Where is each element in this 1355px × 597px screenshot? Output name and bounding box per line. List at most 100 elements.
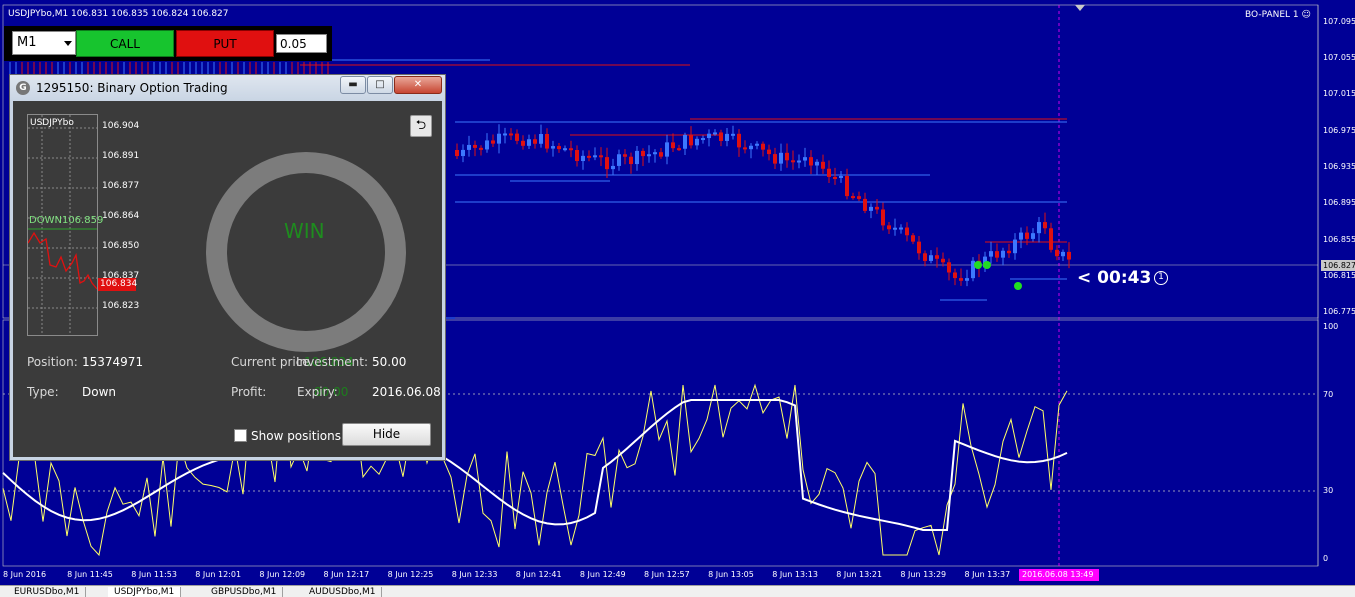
put-button[interactable]: PUT: [176, 30, 274, 57]
investment-value: 50.00: [372, 355, 407, 369]
direction-text: DOWN: [29, 215, 62, 226]
candle-body: [671, 142, 675, 149]
price-tick-label: 106.815: [1323, 271, 1355, 280]
time-tick-label: 8 Jun 11:45: [67, 570, 113, 579]
time-tick-label: 8 Jun 13:21: [836, 570, 883, 579]
price-tick-label: 106.975: [1323, 126, 1355, 135]
candle-body: [461, 149, 465, 157]
candle-body: [791, 160, 795, 163]
candle-body: [677, 148, 681, 151]
info-icon: 1: [1154, 271, 1168, 285]
candle-body: [605, 157, 609, 170]
candle-body: [611, 165, 615, 170]
app-logo-icon: G: [16, 81, 30, 95]
candle-body: [959, 278, 963, 281]
candle-body: [659, 152, 663, 157]
candle-body: [683, 134, 687, 149]
mini-price-tick: 106.877: [102, 181, 140, 191]
chart-tab[interactable]: AUDUSDbo,M1: [303, 587, 383, 597]
candle-body: [1025, 232, 1029, 239]
time-tick-label: 8 Jun 12:09: [259, 570, 306, 579]
time-cursor-label: 2016.06.08 13:49: [1019, 569, 1099, 581]
price-tick-label: 107.015: [1323, 89, 1355, 98]
chart-shift-marker-icon[interactable]: [1075, 5, 1085, 11]
minimize-button[interactable]: ▬: [340, 76, 366, 94]
candle-body: [743, 147, 747, 150]
dialog-titlebar[interactable]: G 1295150: Binary Option Trading ▬ □ ✕: [10, 75, 445, 101]
direction-label: DOWN106.859: [29, 215, 103, 226]
mini-price-tick: 106.864: [102, 211, 140, 221]
candle-body: [1067, 251, 1071, 260]
candle-body: [911, 235, 915, 242]
close-button[interactable]: ✕: [394, 76, 442, 94]
time-tick-label: 8 Jun 13:37: [964, 570, 1011, 579]
amount-input[interactable]: [276, 34, 327, 53]
candle-body: [1013, 239, 1017, 254]
candle-body: [491, 140, 495, 144]
candle-body: [827, 168, 831, 177]
chart-tab[interactable]: USDJPYbo,M1: [108, 587, 182, 597]
time-tick-label: 8 Jun 13:13: [772, 570, 818, 579]
candle-body: [1043, 222, 1047, 229]
chart-tab[interactable]: GBPUSDbo,M1: [205, 587, 284, 597]
candle-body: [869, 206, 873, 211]
candle-body: [965, 278, 969, 281]
candle-body: [1037, 222, 1041, 234]
candle-body: [701, 138, 705, 141]
candle-body: [773, 154, 777, 164]
price-tick-label: 106.775: [1323, 307, 1355, 316]
maximize-button[interactable]: □: [367, 76, 393, 94]
candle-body: [953, 272, 957, 279]
call-button[interactable]: CALL: [76, 30, 174, 57]
candle-body: [653, 152, 657, 155]
back-button[interactable]: ⮌: [410, 115, 432, 137]
candle-body: [833, 176, 837, 179]
candle-body: [641, 150, 645, 157]
candle-body: [713, 132, 717, 135]
show-positions-label: Show positions: [251, 429, 341, 443]
indicator-tick-label: 100: [1323, 322, 1339, 331]
candle-body: [929, 255, 933, 261]
candle-body: [731, 133, 735, 136]
time-tick-label: 8 Jun 12:57: [644, 570, 690, 579]
candle-body: [527, 139, 531, 146]
trade-bar: M1 CALL PUT: [4, 26, 332, 61]
price-tick-label: 106.895: [1323, 198, 1355, 207]
candle-body: [521, 140, 525, 146]
candle-body: [617, 154, 621, 166]
hide-button[interactable]: Hide: [342, 423, 431, 446]
candle-body: [803, 157, 807, 161]
candle-body: [1049, 228, 1053, 250]
candle-body: [551, 146, 555, 149]
candle-body: [515, 133, 519, 141]
candle-body: [629, 156, 633, 165]
result-ring: [206, 152, 406, 352]
candle-body: [539, 134, 543, 144]
chevron-down-icon: [64, 41, 72, 46]
position-label: Position:: [27, 355, 78, 369]
candle-body: [851, 196, 855, 199]
dialog-body: USDJPYbo 106.904 106.891 106.877 106.864 106…: [14, 101, 441, 457]
chart-tab[interactable]: EURUSDbo,M1: [8, 587, 87, 597]
candle-body: [1031, 233, 1035, 239]
candle-body: [767, 149, 771, 155]
time-tick-label: 8 Jun 12:41: [515, 570, 562, 579]
price-tick-label: 107.095: [1323, 17, 1355, 26]
time-tick-label: 8 Jun 12:01: [195, 570, 242, 579]
candle-body: [785, 152, 789, 161]
mini-current-price: 106.834: [98, 278, 138, 291]
candle-body: [857, 196, 861, 199]
symbol-title: USDJPYbo,M1 106.831 106.835 106.824 106.…: [8, 9, 229, 19]
candle-body: [569, 148, 573, 151]
mini-symbol: USDJPYbo: [30, 118, 74, 128]
indicator-tick-label: 70: [1323, 390, 1334, 399]
candle-body: [941, 258, 945, 263]
candle-body: [881, 209, 885, 226]
show-positions-checkbox[interactable]: [234, 429, 247, 442]
time-tick-label: 8 Jun 12:33: [451, 570, 498, 579]
candle-body: [635, 150, 639, 165]
price-tick-label: 107.055: [1323, 53, 1355, 62]
time-tick-label: 8 Jun 12:17: [323, 570, 370, 579]
timeframe-select[interactable]: M1: [12, 31, 76, 55]
bo-panel-label: BO-PANEL 1 ☺: [1245, 10, 1311, 20]
